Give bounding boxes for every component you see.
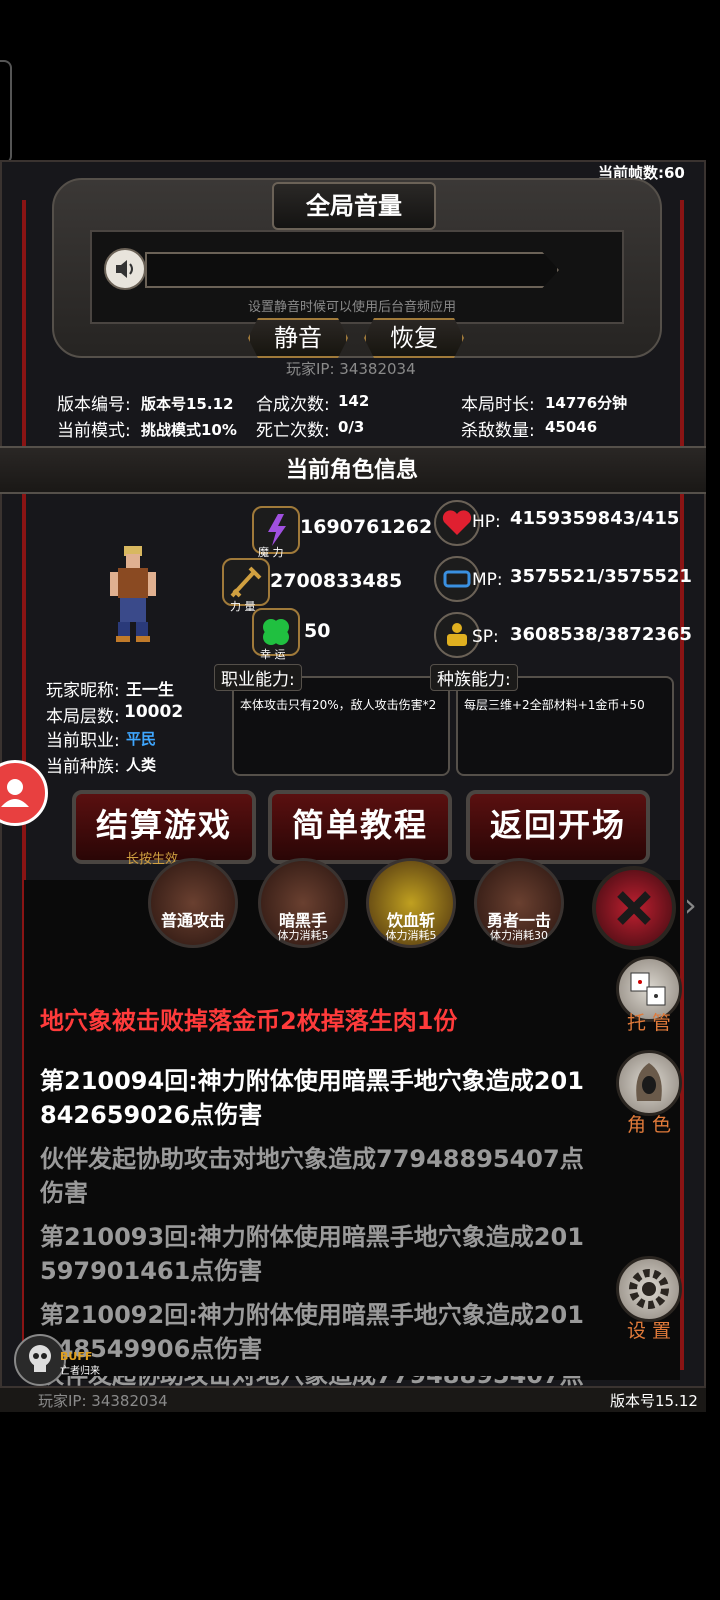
job-label: 当前职业: [46,731,120,751]
skill-cost: 体力消耗5 [277,929,329,942]
mp-value: 3575521/3575521 [510,566,692,587]
nickname-value: 王一生 [126,680,175,699]
race-ability-title: 种族能力: [430,664,518,691]
skill-name: 普通攻击 [160,911,225,930]
character-avatar [104,544,164,644]
mp-label: MP: [472,570,503,590]
auto-label: 托 管 [626,1012,672,1034]
skill-normal-attack[interactable]: 普通攻击 [148,858,238,948]
kills-label: 杀敌数量: [461,421,535,441]
right-red-border [680,200,684,1370]
kills-value: 45046 [545,418,598,436]
duration-value: 14776分钟 [545,394,628,412]
duration-label: 本局时长: [461,395,535,415]
mode-label: 当前模式: [57,421,131,441]
hp-label: HP: [472,512,501,532]
footer-player-ip: 玩家IP: 34382034 [38,1392,168,1410]
job-ability-text: 本体攻击只有20%，敌人攻击伤害*2 [240,698,437,712]
role-hood-icon[interactable] [616,1050,682,1116]
power-value: 2700833485 [270,570,403,592]
race-ability-text: 每层三维+2全部材料+1金币+50 [464,698,645,712]
sp-value: 3608538/3872365 [510,624,692,645]
chevron-right-icon[interactable]: › [684,886,697,924]
skill-hero-strike[interactable]: 勇者一击 体力消耗30 [474,858,564,948]
log-line-2: 第210094回:神力附体使用暗黑手地穴象造成201842659026点伤害 [40,1067,584,1129]
speaker-icon[interactable] [104,248,146,290]
death-label: 死亡次数: [256,421,330,441]
volume-title: 全局音量 [272,182,436,230]
death-value: 0/3 [338,418,365,436]
floors-label: 本局层数: [46,707,120,727]
skill-cost: 体力消耗5 [385,929,437,942]
character-section-title: 当前角色信息 [286,458,419,483]
user-float-button[interactable] [0,760,48,826]
job-ability-title: 职业能力: [214,664,302,691]
log-line-3: 伙伴发起协助攻击对地穴象造成77948895407点伤害 [40,1145,584,1207]
race-label: 当前种族: [46,757,120,777]
sp-label: SP: [472,627,499,647]
volume-slider[interactable] [145,252,559,288]
skill-dark-hand[interactable]: 暗黑手 体力消耗5 [258,858,348,948]
back-to-start-button[interactable]: 返回开场 [466,790,650,864]
settings-gear-icon[interactable] [616,1256,682,1322]
version-value: 版本号15.12 [141,395,234,413]
job-ability-box [232,676,450,776]
magic-value: 1690761262 [300,516,433,538]
role-label: 角 色 [626,1114,672,1136]
version-label: 版本编号: [57,395,131,415]
buff-sub: 亡者归来 [60,1366,100,1377]
hp-value: 4159359843/41593 [510,508,678,529]
nickname-label: 玩家昵称: [46,681,120,701]
log-line-1: 地穴象被击败掉落金币2枚掉落生肉1份 [40,1007,458,1035]
tutorial-button[interactable]: 简单教程 [268,790,452,864]
luck-label: 幸 运 [260,648,286,661]
mode-value: 挑战模式10% [141,421,237,439]
skill-blood-slash[interactable]: 饮血斩 体力消耗5 [366,858,456,948]
craft-value: 142 [338,392,370,410]
close-battle-icon[interactable] [592,866,676,950]
left-edge-bracket [0,60,12,164]
log-line-5: 第210092回:神力附体使用暗黑手地穴象造成201848549906点伤害 [40,1301,584,1363]
settings-label: 设 置 [626,1320,672,1342]
craft-label: 合成次数: [256,395,330,415]
race-value: 人类 [126,756,157,774]
mute-button[interactable]: 静音 [248,318,348,358]
floors-value: 10002 [124,702,184,722]
race-ability-box [456,676,674,776]
skill-cost: 体力消耗30 [490,929,548,942]
player-ip-top: 玩家IP: 34382034 [286,360,416,378]
power-label: 力 量 [230,600,256,613]
buff-skull-icon[interactable] [14,1334,66,1386]
job-value: 平民 [126,730,157,748]
log-line-4: 第210093回:神力附体使用暗黑手地穴象造成201597901461点伤害 [40,1223,584,1285]
restore-button[interactable]: 恢复 [364,318,464,358]
volume-hint: 设置静音时候可以使用后台音频应用 [248,300,457,315]
footer-version: 版本号15.12 [610,1392,698,1410]
luck-value: 50 [304,620,331,642]
